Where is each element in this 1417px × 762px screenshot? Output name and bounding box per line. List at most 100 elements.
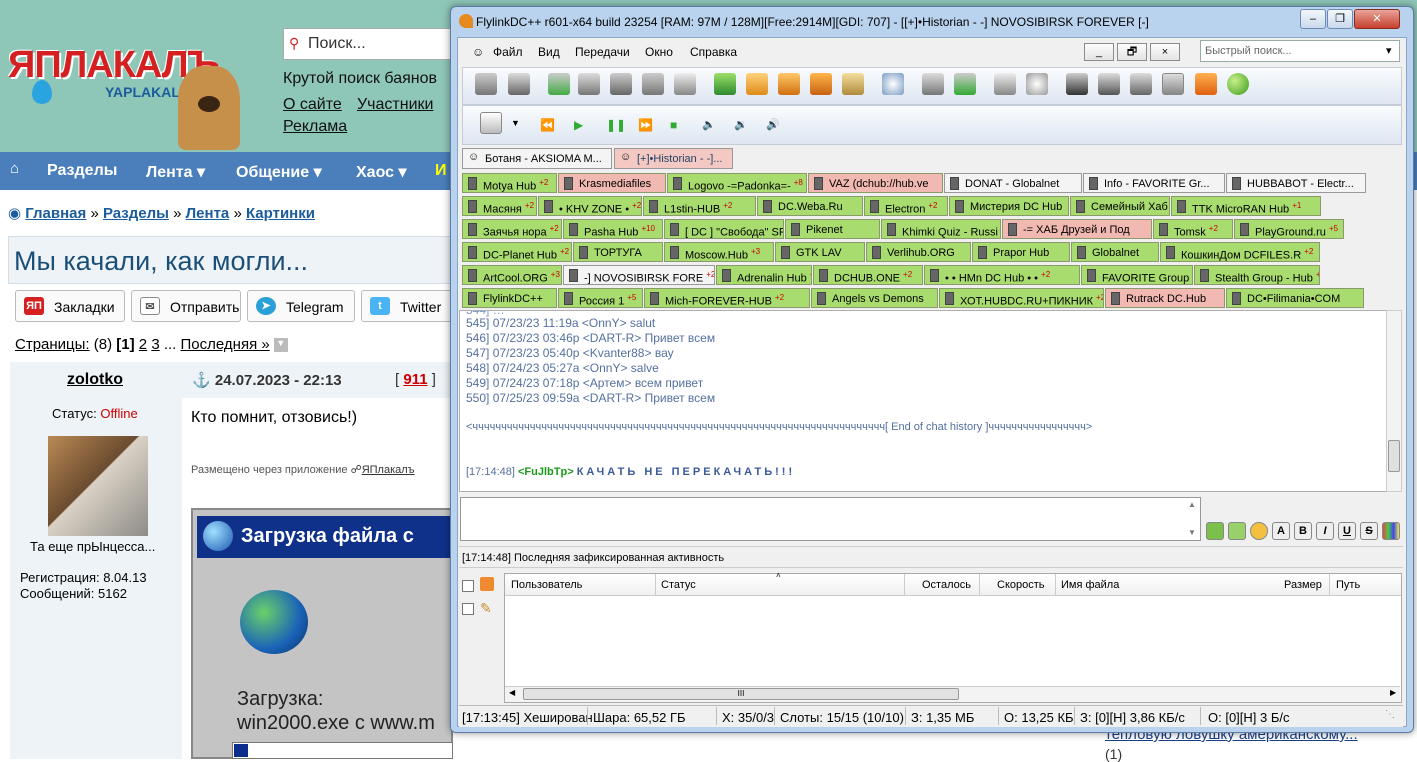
bookmarks-button[interactable]: ЯПЗакладки: [15, 290, 125, 322]
hub-tab[interactable]: ArtCool.ORG+3: [462, 265, 562, 285]
input-scroll-down-icon[interactable]: ▼: [1188, 528, 1196, 537]
menu-help[interactable]: Справка: [690, 45, 737, 59]
transfers-scroll-thumb[interactable]: III: [523, 688, 959, 700]
search-icon[interactable]: [882, 73, 904, 95]
close-button[interactable]: ✕: [1354, 9, 1400, 29]
hub-tab[interactable]: • KHV ZONE •+2: [538, 196, 642, 216]
media-prev-icon[interactable]: ⏪: [540, 118, 550, 130]
volume-mute-icon[interactable]: 🔈: [702, 118, 712, 130]
cdm-debug-icon[interactable]: [1098, 73, 1120, 95]
emoticons-icon[interactable]: [1228, 522, 1246, 540]
rating-value[interactable]: 911: [403, 371, 427, 388]
clear-broom-icon[interactable]: ✎: [480, 600, 492, 617]
finished-downloads-icon[interactable]: [746, 73, 768, 95]
hub-tab[interactable]: -] NOVOSIBIRSK FORE+2: [563, 265, 715, 285]
hub-tab[interactable]: Logovo -=Padonka=-+8: [667, 173, 807, 193]
network-stats-icon[interactable]: [1066, 73, 1088, 95]
avatar[interactable]: [48, 436, 148, 536]
hub-tab[interactable]: Moscow.Hub+3: [664, 242, 774, 262]
nav-more[interactable]: И: [435, 162, 447, 180]
color-palette-icon[interactable]: [1382, 522, 1400, 540]
hub-tab[interactable]: Россия 1+5: [558, 288, 643, 308]
filter-checkbox-1[interactable]: [462, 580, 474, 592]
hub-tab[interactable]: Заячья нора+2: [462, 219, 562, 239]
page-2[interactable]: 2: [139, 336, 147, 353]
hub-tab[interactable]: ТОРТУГА: [573, 242, 663, 262]
nav-sections[interactable]: Разделы: [47, 162, 117, 180]
hub-tab[interactable]: PlayGround.ru+5: [1234, 219, 1344, 239]
media-dropdown-icon[interactable]: ▼: [511, 118, 520, 128]
font-color-icon[interactable]: A: [1272, 522, 1290, 540]
hub-tab[interactable]: Tomsk+2: [1153, 219, 1233, 239]
bold-button[interactable]: B: [1294, 522, 1312, 540]
hub-tab[interactable]: Verlihub.ORG: [866, 242, 971, 262]
media-pause-icon[interactable]: ❚❚: [606, 118, 616, 130]
mdi-restore-button[interactable]: 🗗: [1117, 43, 1147, 61]
nav-talk[interactable]: Общение ▾: [236, 162, 322, 182]
hub-tab[interactable]: [ DC ] "Свобода" SP+1: [664, 219, 784, 239]
hub-tab[interactable]: DC.Weba.Ru: [757, 196, 863, 216]
scroll-left-icon[interactable]: ◀: [509, 688, 515, 697]
search-icon[interactable]: ⚲: [289, 35, 299, 52]
hub-tab[interactable]: Angels vs Demons: [811, 288, 938, 308]
crumb-sections[interactable]: Разделы: [103, 205, 169, 222]
favorite-users-icon[interactable]: [610, 73, 632, 95]
clock-icon[interactable]: [1026, 73, 1048, 95]
resize-grip-icon[interactable]: ⋱: [1385, 709, 1395, 720]
hub-tab[interactable]: L1stin-HUB+2: [643, 196, 756, 216]
adl-search-icon[interactable]: [922, 73, 944, 95]
hub-tab[interactable]: Rutrack DC.Hub: [1105, 288, 1225, 308]
link-ads[interactable]: Реклама: [283, 118, 347, 136]
page-3[interactable]: 3: [151, 336, 159, 353]
hub-tab[interactable]: Prapor Hub: [972, 242, 1070, 262]
recent-hubs-icon[interactable]: [642, 73, 664, 95]
transfers-icon[interactable]: [480, 577, 494, 591]
scroll-right-icon[interactable]: ▶: [1390, 688, 1396, 697]
strike-button[interactable]: S: [1360, 522, 1378, 540]
hub-tab[interactable]: Info - FAVORITE Gr...: [1083, 173, 1225, 193]
hub-tab[interactable]: DCHUB.ONE+2: [813, 265, 923, 285]
hub-tab[interactable]: HUBBABOT - Electr...: [1226, 173, 1366, 193]
hub-tab[interactable]: VAZ (dchub://hub.ve: [808, 173, 943, 193]
maximize-button[interactable]: ❐: [1327, 9, 1353, 29]
hub-tab[interactable]: DONAT - Globalnet: [944, 173, 1082, 193]
tab-historian[interactable]: [+]•Historian - -]...: [614, 148, 733, 169]
nav-feed[interactable]: Лента ▾: [146, 162, 205, 182]
hub-tab[interactable]: ХОТ.HUBDC.RU+ПИКНИК+2: [939, 288, 1104, 308]
hub-tab[interactable]: КошкинДом DCFILES.R+2: [1160, 242, 1320, 262]
post-author[interactable]: zolotko: [67, 371, 123, 389]
chat-nick[interactable]: <FuJlbTp>: [518, 466, 574, 478]
col-remaining[interactable]: Осталось: [922, 579, 971, 591]
hub-tab[interactable]: -= ХАБ Друзей и Под: [1002, 219, 1152, 239]
hub-tab[interactable]: Adrenalin Hub+1: [716, 265, 812, 285]
filter-checkbox-2[interactable]: [462, 603, 474, 615]
hub-tab[interactable]: Krasmediafiles: [558, 173, 666, 193]
hub-tab[interactable]: FlylinkDC++: [462, 288, 557, 308]
hub-tab[interactable]: DC-Planet Hub+2: [462, 242, 572, 262]
home-icon[interactable]: ⌂: [10, 160, 19, 177]
col-size[interactable]: Размер: [1284, 579, 1322, 591]
settings-icon[interactable]: [1130, 73, 1152, 95]
chat-scroll-thumb[interactable]: [1388, 440, 1400, 472]
tab-botanya[interactable]: Ботаня - AKSIOMA M...: [462, 148, 612, 169]
smiley-icon[interactable]: [1250, 522, 1268, 540]
update-icon[interactable]: [1227, 73, 1249, 95]
away-mode-icon[interactable]: [1162, 73, 1184, 95]
menu-file[interactable]: Файл: [493, 45, 523, 59]
hub-tab[interactable]: TTK MicroRAN Hub+1: [1171, 196, 1321, 216]
col-speed[interactable]: Скорость: [997, 579, 1045, 591]
hub-tab[interactable]: • • HMn DC Hub • •+2: [924, 265, 1080, 285]
italic-button[interactable]: I: [1316, 522, 1334, 540]
hub-tab[interactable]: Семейный Хаб: [1070, 196, 1170, 216]
media-stop-icon[interactable]: ■: [670, 118, 680, 130]
volume-down-icon[interactable]: 🔉: [734, 118, 744, 130]
finished-uploads-icon[interactable]: [810, 73, 832, 95]
page-dropdown-icon[interactable]: ▼: [274, 338, 288, 352]
media-player-icon[interactable]: [480, 112, 502, 134]
underline-button[interactable]: U: [1338, 522, 1356, 540]
page-last[interactable]: Последняя »: [181, 336, 270, 353]
quick-search-dropdown-icon[interactable]: ▾: [1386, 44, 1392, 57]
media-next-icon[interactable]: ⏩: [638, 118, 648, 130]
reconnect-icon[interactable]: [508, 73, 530, 95]
link-members[interactable]: Участники: [357, 96, 433, 114]
